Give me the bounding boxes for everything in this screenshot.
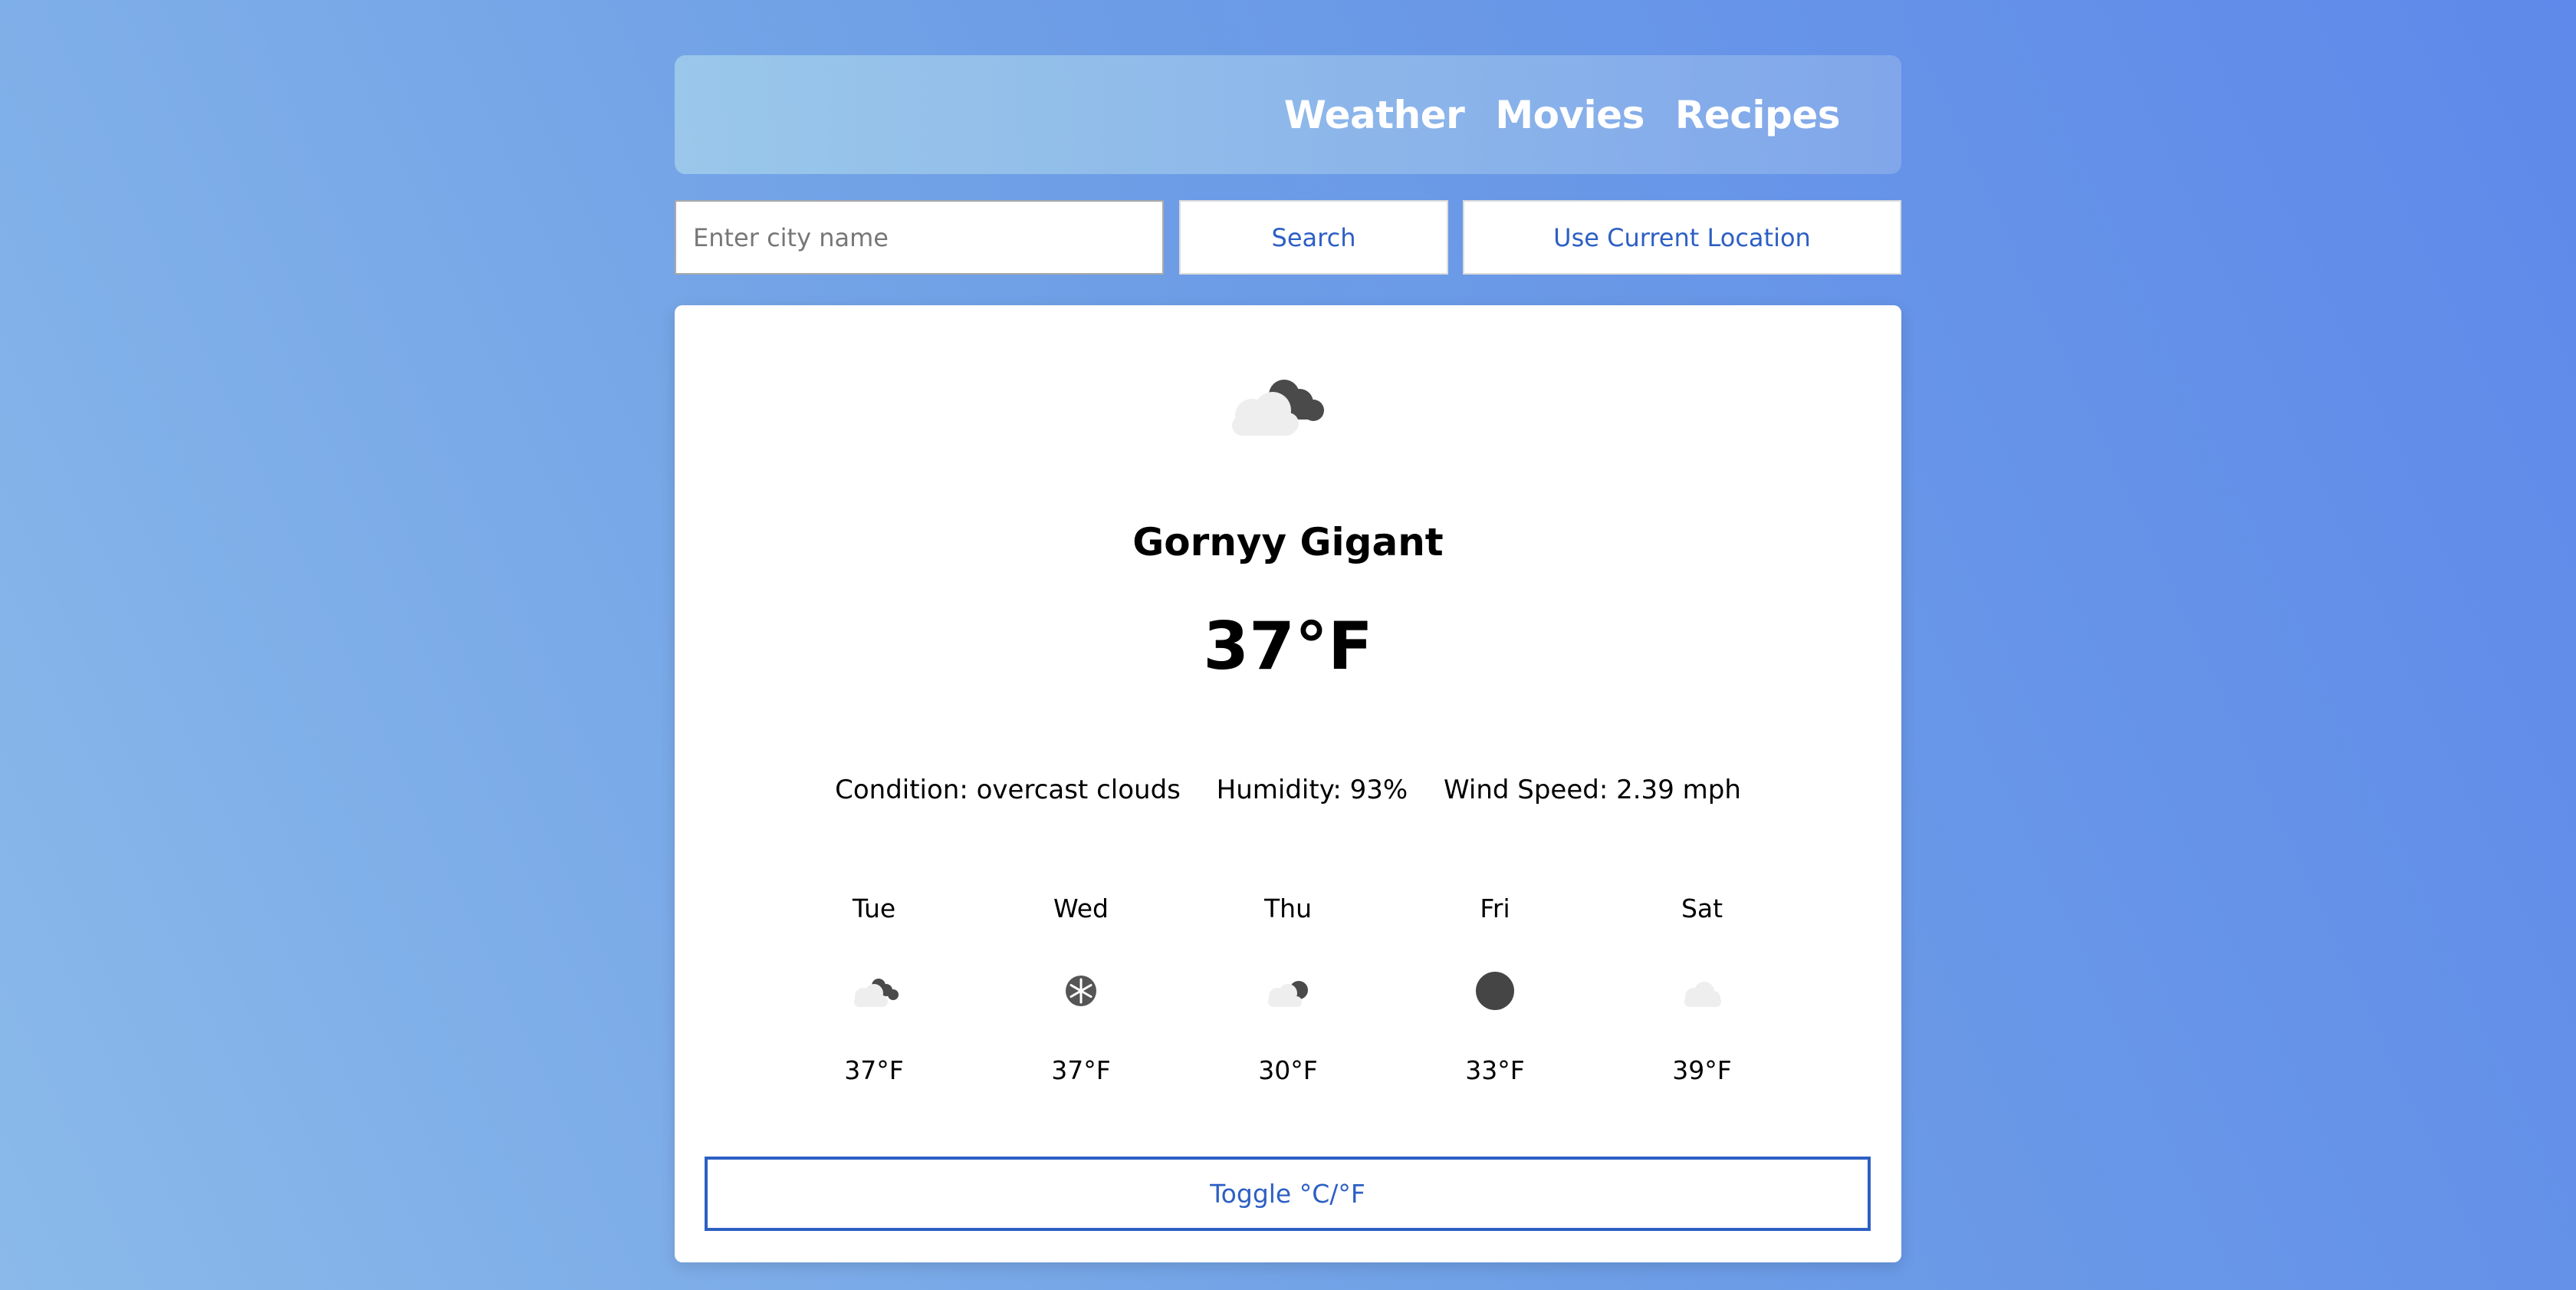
- use-current-location-button[interactable]: Use Current Location: [1463, 200, 1901, 275]
- forecast-item: Tue 37°F: [797, 890, 951, 1085]
- forecast-day: Thu: [1264, 893, 1312, 923]
- nav-link-recipes[interactable]: Recipes: [1675, 93, 1841, 137]
- forecast-item: Wed 37°F: [1004, 890, 1158, 1085]
- weather-details: Condition: overcast clouds Humidity: 93%…: [675, 775, 1901, 805]
- search-row: Search Use Current Location: [675, 200, 1901, 275]
- condition-text: Condition: overcast clouds: [835, 775, 1181, 805]
- nav-link-movies[interactable]: Movies: [1495, 93, 1644, 137]
- forecast-temp: 39°F: [1672, 1055, 1732, 1085]
- header-navbar: Weather Movies Recipes: [675, 55, 1901, 174]
- app-container: Weather Movies Recipes Search Use Curren…: [675, 55, 1901, 1262]
- forecast-day: Fri: [1480, 893, 1510, 923]
- weather-card: Gornyy Gigant 37°F Condition: overcast c…: [675, 305, 1901, 1262]
- forecast-temp: 37°F: [844, 1055, 904, 1085]
- broken-clouds-icon: [1215, 368, 1330, 445]
- forecast-temp: 33°F: [1465, 1055, 1525, 1085]
- forecast-day: Sat: [1681, 893, 1723, 923]
- clear-icon: [1464, 968, 1526, 1014]
- toggle-units-button[interactable]: Toggle °C/°F: [705, 1157, 1871, 1231]
- wind-speed-text: Wind Speed: 2.39 mph: [1444, 775, 1741, 805]
- nav-link-weather[interactable]: Weather: [1284, 93, 1465, 137]
- forecast-temp: 30°F: [1258, 1055, 1318, 1085]
- forecast-day: Wed: [1053, 893, 1109, 923]
- current-temperature: 37°F: [1203, 608, 1373, 685]
- snow-icon: [1050, 968, 1112, 1014]
- cloud-icon: [1671, 968, 1733, 1014]
- broken-clouds-icon: [843, 968, 905, 1014]
- forecast-item: Sat 39°F: [1625, 890, 1779, 1085]
- city-name: Gornyy Gigant: [1132, 520, 1444, 564]
- forecast-day: Tue: [852, 893, 896, 923]
- search-button[interactable]: Search: [1179, 200, 1448, 275]
- forecast-item: Fri 33°F: [1418, 890, 1572, 1085]
- humidity-text: Humidity: 93%: [1216, 775, 1408, 805]
- forecast-temp: 37°F: [1051, 1055, 1111, 1085]
- forecast-item: Thu 30°F: [1211, 890, 1365, 1085]
- partly-cloudy-icon: [1257, 968, 1319, 1014]
- city-search-input[interactable]: [675, 200, 1164, 275]
